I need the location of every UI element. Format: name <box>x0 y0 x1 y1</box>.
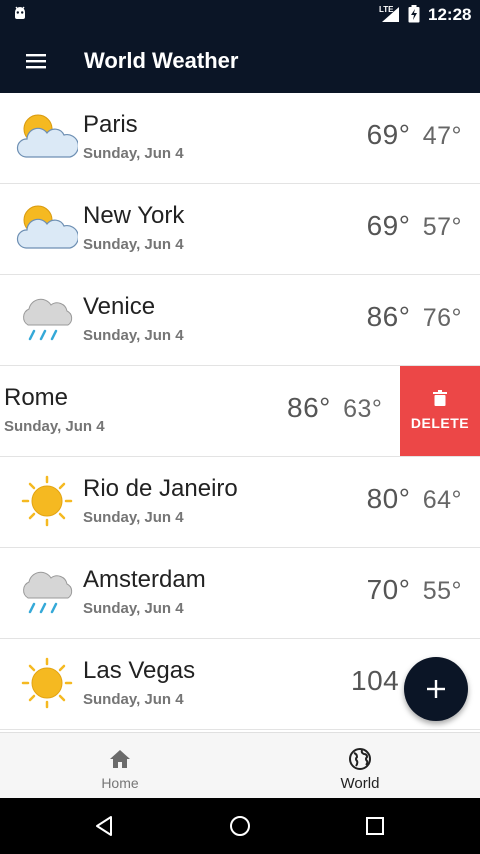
nav-label-world: World <box>340 775 380 792</box>
recents-icon[interactable] <box>363 814 387 838</box>
temperature-range: 86° 63° <box>287 392 382 424</box>
forecast-date: Sunday, Jun 4 <box>83 327 184 344</box>
trash-icon <box>433 390 447 406</box>
temperature-range: 104 <box>351 665 399 697</box>
city-row-new-york[interactable]: New York Sunday, Jun 4 69° 57° <box>0 184 480 275</box>
page-title: World Weather <box>84 48 239 73</box>
battery-charging-icon <box>408 5 420 23</box>
temperature-range: 70° 55° <box>367 574 462 606</box>
high-temp: 69° <box>366 210 411 241</box>
low-temp: 64° <box>422 486 462 514</box>
city-row-amsterdam[interactable]: Amsterdam Sunday, Jun 4 70° 55° <box>0 548 480 639</box>
forecast-date: Sunday, Jun 4 <box>83 145 184 162</box>
temperature-range: 69° 47° <box>367 119 462 151</box>
add-icon <box>427 680 445 698</box>
forecast-date: Sunday, Jun 4 <box>83 236 184 253</box>
nav-label-home: Home <box>101 775 139 791</box>
debug-bug-icon <box>15 6 25 19</box>
globe-icon <box>349 748 371 770</box>
clock: 12:28 <box>428 5 472 24</box>
sun-icon <box>21 657 73 709</box>
city-row-venice[interactable]: Venice Sunday, Jun 4 86° 76° <box>0 275 480 366</box>
nav-item-world[interactable]: World <box>240 733 480 799</box>
city-row-paris[interactable]: Paris Sunday, Jun 4 69° 47° <box>0 93 480 184</box>
low-temp: 47° <box>422 122 462 150</box>
high-temp: 104 <box>351 665 400 696</box>
high-temp: 86° <box>287 392 331 423</box>
forecast-date: Sunday, Jun 4 <box>83 691 184 708</box>
city-name: Las Vegas <box>83 657 196 684</box>
city-name: Venice <box>83 293 156 320</box>
low-temp: 76° <box>422 304 462 332</box>
back-icon[interactable] <box>93 814 117 838</box>
delete-button[interactable]: DELETE <box>400 366 480 456</box>
system-navigation-bar <box>0 798 480 854</box>
city-name: Paris <box>83 111 138 138</box>
home-circle-icon[interactable] <box>228 814 252 838</box>
forecast-date: Sunday, Jun 4 <box>4 418 105 435</box>
signal-icon <box>382 7 399 22</box>
status-bar: LTE 12:28 <box>0 0 480 28</box>
high-temp: 80° <box>366 483 411 514</box>
low-temp: 55° <box>422 577 462 605</box>
rain-cloud-icon <box>23 571 73 614</box>
partly-cloudy-icon <box>16 114 78 158</box>
city-name: Rome <box>4 384 69 411</box>
app-bar: World Weather <box>0 28 480 93</box>
delete-label: DELETE <box>410 415 470 431</box>
city-name: Amsterdam <box>83 566 206 593</box>
nav-item-home[interactable]: Home <box>0 733 240 799</box>
home-icon <box>110 750 130 768</box>
rain-cloud-icon <box>23 298 73 341</box>
city-name: Rio de Janeiro <box>83 475 238 502</box>
high-temp: 69° <box>366 119 411 150</box>
temperature-range: 80° 64° <box>367 483 462 515</box>
add-city-button[interactable] <box>404 657 468 721</box>
temperature-range: 86° 76° <box>367 301 462 333</box>
high-temp: 70° <box>366 574 411 605</box>
low-temp: 63° <box>343 395 383 423</box>
high-temp: 86° <box>366 301 411 332</box>
city-row-rome[interactable]: Rome Sunday, Jun 4 86° 63° DELETE <box>0 366 480 457</box>
city-list: Paris Sunday, Jun 4 69° 47° New York Sun… <box>0 93 480 732</box>
forecast-date: Sunday, Jun 4 <box>83 600 184 617</box>
forecast-date: Sunday, Jun 4 <box>83 509 184 526</box>
city-name: New York <box>83 202 185 229</box>
temperature-range: 69° 57° <box>367 210 462 242</box>
low-temp: 57° <box>422 213 462 241</box>
city-row-rio-de-janeiro[interactable]: Rio de Janeiro Sunday, Jun 4 80° 64° <box>0 457 480 548</box>
partly-cloudy-icon <box>16 205 78 249</box>
bottom-navigation: Home World <box>0 732 480 798</box>
sun-icon <box>21 475 73 527</box>
hamburger-menu-icon[interactable] <box>24 49 48 73</box>
